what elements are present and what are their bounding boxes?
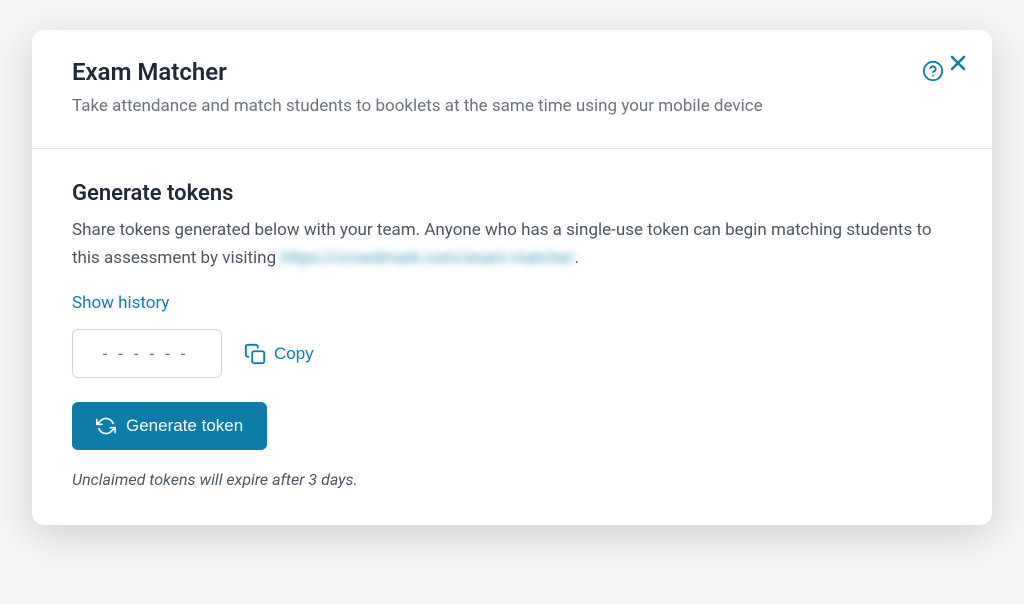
exam-matcher-modal: Exam Matcher Take attendance and match s… — [32, 30, 992, 525]
modal-header: Exam Matcher Take attendance and match s… — [32, 30, 992, 149]
section-description: Share tokens generated below with your t… — [72, 216, 952, 274]
expiry-note: Unclaimed tokens will expire after 3 day… — [72, 470, 952, 489]
show-history-link[interactable]: Show history — [72, 293, 169, 313]
modal-body: Generate tokens Share tokens generated b… — [32, 149, 992, 526]
copy-icon — [244, 343, 266, 365]
generate-label: Generate token — [126, 416, 243, 436]
description-text-suffix: . — [575, 248, 579, 268]
token-row: ------ Copy — [72, 329, 952, 378]
copy-label: Copy — [274, 344, 314, 364]
help-icon[interactable] — [922, 60, 944, 82]
blurred-url: https://crowdmark.com/exam-matcher — [280, 244, 574, 273]
modal-subtitle: Take attendance and match students to bo… — [72, 94, 952, 120]
header-actions — [922, 48, 970, 82]
close-icon[interactable] — [946, 51, 970, 75]
modal-title: Exam Matcher — [72, 58, 952, 86]
section-title: Generate tokens — [72, 181, 952, 206]
copy-button[interactable]: Copy — [236, 335, 322, 373]
token-field: ------ — [72, 329, 222, 378]
generate-token-button[interactable]: Generate token — [72, 402, 267, 450]
refresh-icon — [96, 416, 116, 436]
